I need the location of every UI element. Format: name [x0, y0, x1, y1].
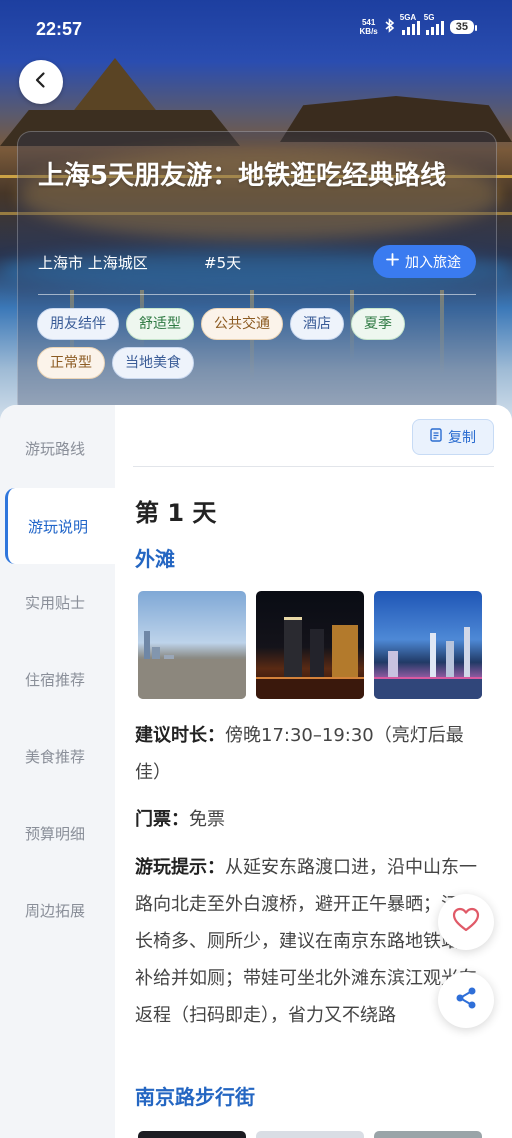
back-button[interactable]: [19, 60, 63, 104]
trip-info-card: 上海5天朋友游：地铁逛吃经典路线 上海市 上海城区 #5天 加入旅途 朋友结伴 …: [17, 131, 497, 416]
ticket-label: 门票：: [135, 809, 189, 830]
battery-icon: 35: [449, 20, 478, 34]
favorite-button[interactable]: [438, 894, 494, 950]
trip-location: 上海市 上海城区: [38, 254, 148, 272]
share-icon: [453, 985, 479, 1015]
spot-photos: [138, 591, 482, 699]
tag: 舒适型: [126, 308, 194, 340]
duration-label: 建议时长：: [135, 725, 225, 746]
document-icon: [430, 428, 442, 446]
status-time: 22:57: [36, 19, 83, 39]
duration-text: 建议时长：傍晚17:30–19:30（亮灯后最佳）: [135, 717, 485, 791]
signal-icon: 5GA: [400, 13, 420, 35]
share-button[interactable]: [438, 972, 494, 1028]
add-to-trip-button[interactable]: 加入旅途: [373, 245, 476, 278]
ticket-text: 门票：免票: [135, 801, 485, 838]
tag: 酒店: [290, 308, 344, 340]
tag: 朋友结伴: [37, 308, 119, 340]
sidebar-item-budget[interactable]: 预算明细: [0, 811, 115, 855]
divider: [133, 466, 494, 467]
plus-icon: [386, 253, 399, 270]
tag: 夏季: [351, 308, 405, 340]
sidebar-item-food[interactable]: 美食推荐: [0, 734, 115, 778]
trip-days-tag: #5天: [204, 254, 242, 272]
chevron-left-icon: [32, 71, 50, 93]
spot-photo[interactable]: [138, 1131, 246, 1138]
day-heading: 第 1 天: [135, 499, 217, 527]
spot-photo[interactable]: [256, 1131, 364, 1138]
spot-photo[interactable]: [138, 591, 246, 699]
spot-photos: [138, 1131, 482, 1138]
tag: 当地美食: [112, 347, 194, 379]
guide-content: 复制 第 1 天 外滩 建议时长：傍晚17:30–19:30（亮灯后最佳） 门票…: [115, 405, 512, 1138]
sidebar-item-nearby[interactable]: 周边拓展: [0, 888, 115, 932]
tips-label: 游玩提示：: [135, 857, 225, 878]
spot-photo[interactable]: [374, 591, 482, 699]
sidebar-item-hotels[interactable]: 住宿推荐: [0, 657, 115, 701]
status-indicators: 541 KB/s 5GA 5G 35: [359, 13, 478, 36]
tips-value: 从延安东路渡口进，沿中山东一路向北走至外白渡桥，避开正午暴晒；江边长椅多、厕所少…: [135, 857, 477, 1026]
section-sidebar: 游玩路线 游玩说明 实用贴士 住宿推荐 美食推荐 预算明细 周边拓展: [0, 405, 115, 1138]
network-speed: 541 KB/s: [359, 18, 378, 36]
spot-photo[interactable]: [374, 1131, 482, 1138]
heart-icon: [452, 907, 480, 937]
trip-title: 上海5天朋友游：地铁逛吃经典路线: [38, 161, 447, 191]
tag: 正常型: [37, 347, 105, 379]
sidebar-item-tips[interactable]: 实用贴士: [0, 580, 115, 624]
spot-title[interactable]: 南京路步行街: [135, 1081, 255, 1110]
sidebar-item-route[interactable]: 游玩路线: [0, 426, 115, 470]
copy-label: 复制: [448, 430, 476, 446]
tips-text: 游玩提示：从延安东路渡口进，沿中山东一路向北走至外白渡桥，避开正午暴晒；江边长椅…: [135, 849, 485, 1034]
spot-title[interactable]: 外滩: [135, 543, 175, 572]
divider: [38, 294, 476, 295]
trip-tags: 朋友结伴 舒适型 公共交通 酒店 夏季 正常型 当地美食: [37, 308, 477, 379]
ticket-value: 免票: [189, 809, 225, 830]
content-panel: 游玩路线 游玩说明 实用贴士 住宿推荐 美食推荐 预算明细 周边拓展 复制 第 …: [0, 405, 512, 1138]
sidebar-item-guide[interactable]: 游玩说明: [5, 488, 115, 564]
status-bar: 22:57 541 KB/s 5GA 5G 35: [0, 0, 512, 60]
bluetooth-icon: [384, 18, 396, 36]
signal-icon: 5G: [424, 13, 444, 35]
add-to-trip-label: 加入旅途: [405, 254, 461, 271]
copy-button[interactable]: 复制: [412, 419, 494, 455]
tag: 公共交通: [201, 308, 283, 340]
spot-photo[interactable]: [256, 591, 364, 699]
